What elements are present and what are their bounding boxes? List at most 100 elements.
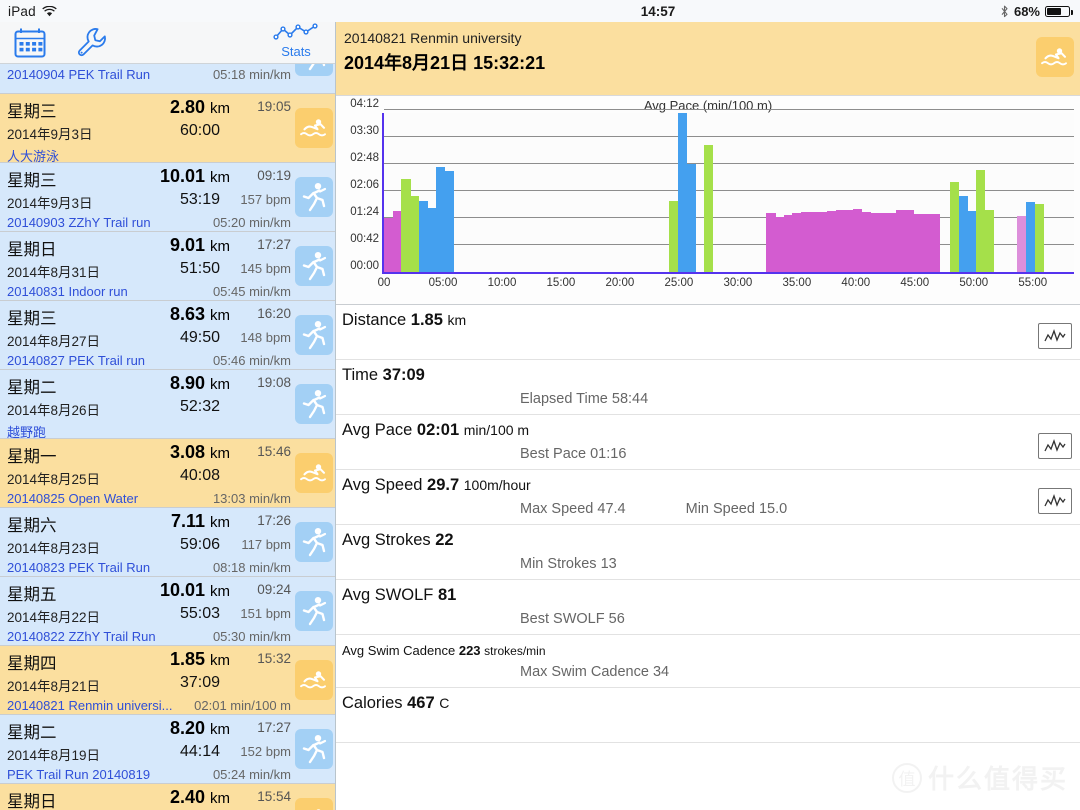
activity-duration: 55:03 (179, 605, 220, 622)
runner-icon (302, 321, 327, 350)
activity-sport-badge (295, 64, 333, 76)
chart-bar (930, 213, 940, 272)
activity-row[interactable]: 星期五 2014年8月22日 20140822 ZZhY Trail Run 10.0… (0, 577, 335, 646)
stat-subvalues: Elapsed Time 58:44 (336, 387, 1080, 414)
chart-x-tick: 05:00 (428, 277, 458, 289)
detail-sport-badge (1036, 37, 1074, 77)
activity-row[interactable]: 星期四 2014年8月21日 20140821 Renmin universi...… (0, 646, 335, 715)
swimmer-icon (1041, 48, 1067, 66)
activity-distance: 2.40 km (169, 787, 230, 807)
activity-date: 2014年8月21日 (7, 679, 101, 694)
chart-bar (444, 171, 454, 272)
activity-title: 20140823 PEK Trail Run (7, 560, 151, 575)
runner-icon (302, 183, 327, 212)
activity-sport-badge (295, 591, 333, 631)
activity-row[interactable]: 20140904 PEK Trail Run 05:18 min/km (0, 64, 335, 94)
activity-date: 2014年8月27日 (7, 334, 101, 349)
activity-pace: 05:18 min/km (212, 67, 291, 82)
stat-unit: strokes/min (484, 644, 546, 658)
activity-duration: 44:14 (179, 743, 220, 760)
activity-title: PEK Trail Run 20140819 (7, 767, 151, 782)
detail-header: 20140821 Renmin university 2014年8月21日 15… (336, 22, 1080, 96)
activity-weekday: 星期五 (7, 586, 57, 604)
stat-sub: Min Strokes 13 (520, 556, 617, 572)
stat-row: Avg Speed 29.7 100m/hour Max Speed 47.4 Mi… (336, 470, 1080, 525)
battery-icon (1045, 5, 1073, 17)
chart-y-tick: 00:00 (350, 260, 379, 272)
stat-subvalues (336, 715, 1080, 742)
activity-duration: 49:50 (179, 329, 220, 346)
stat-sub: Best Pace 01:16 (520, 446, 627, 462)
stat-chart-button[interactable] (1038, 323, 1072, 349)
activity-list-panel: Stats 20140904 PEK Trail Run 05:18 min/km… (0, 0, 336, 810)
bluetooth-icon (1000, 5, 1009, 18)
activity-distance: 8.63 km (169, 304, 230, 324)
activity-pace: 05:24 min/km (212, 767, 291, 782)
activity-duration: 37:09 (179, 674, 220, 691)
stat-unit: min/100 m (463, 422, 530, 438)
stat-value: 223 (458, 643, 481, 658)
activity-distance: 2.80 km (169, 97, 230, 117)
chart-gridline (384, 163, 1074, 164)
chart-y-tick: 03:30 (350, 125, 379, 137)
wrench-icon[interactable] (73, 25, 109, 66)
activity-distance: 3.08 km (169, 442, 230, 462)
stat-label: Calories (342, 694, 403, 712)
stat-subvalues: Best Pace 01:16 (336, 442, 1080, 469)
activity-start-time: 17:27 (257, 237, 291, 252)
detail-title: 20140821 Renmin university (344, 30, 522, 46)
activity-date: 2014年8月23日 (7, 541, 101, 556)
activity-date: 2014年8月19日 (7, 748, 101, 763)
activity-distance: 10.01 km (159, 166, 230, 186)
stat-label: Avg Strokes (342, 531, 431, 549)
activity-title: 20140821 Renmin universi... (7, 698, 173, 713)
activity-row[interactable]: 星期日 2014年8月31日 20140831 Indoor run 9.01 km 5… (0, 232, 335, 301)
stat-chart-button[interactable] (1038, 488, 1072, 514)
stat-subvalues: Max Swim Cadence 34 (336, 660, 1080, 687)
stats-button[interactable]: Stats (273, 23, 319, 58)
activity-row[interactable]: 星期日2014年8月17日2.40 km29:1515:54 (0, 784, 335, 810)
stat-value: 1.85 (410, 311, 443, 329)
line-chart-icon (1044, 439, 1066, 452)
activity-list[interactable]: 20140904 PEK Trail Run 05:18 min/km 星期三 201… (0, 64, 335, 810)
chart-bar (703, 144, 713, 272)
activity-row[interactable]: 星期一 2014年8月25日 20140825 Open Water 3.08 km 4… (0, 439, 335, 508)
activity-row[interactable]: 星期三 2014年9月3日 20140903 ZZhY Trail run 10.01… (0, 163, 335, 232)
activity-weekday: 星期二 (7, 724, 57, 742)
activity-distance: 8.90 km (169, 373, 230, 393)
stat-main: Calories 467 C (336, 688, 1080, 715)
stat-main: Avg SWOLF 81 (336, 580, 1080, 607)
activity-row[interactable]: 星期三 2014年8月27日 20140827 PEK Trail run 8.63 … (0, 301, 335, 370)
stat-main: Avg Pace 02:01 min/100 m (336, 415, 1080, 442)
calendar-icon[interactable] (13, 27, 47, 64)
activity-heartrate: 145 bpm (240, 261, 291, 276)
stat-subvalues: Min Strokes 13 (336, 552, 1080, 579)
activity-sport-badge (295, 660, 333, 700)
stat-chart-button[interactable] (1038, 433, 1072, 459)
activity-row[interactable]: 星期二 2014年8月19日 PEK Trail Run 20140819 8.20 … (0, 715, 335, 784)
activity-sport-badge (295, 453, 333, 493)
activity-date: 2014年8月25日 (7, 472, 101, 487)
wifi-icon (42, 5, 57, 17)
activity-title: 20140831 Indoor run (7, 284, 128, 299)
activity-start-time: 19:05 (257, 99, 291, 114)
detail-panel: 20140821 Renmin university 2014年8月21日 15… (336, 0, 1080, 810)
status-bar-left: iPad (0, 4, 300, 19)
swimmer-icon (300, 464, 326, 482)
stat-subvalues (336, 332, 1080, 359)
device-label: iPad (8, 3, 36, 19)
activity-row[interactable]: 星期三 2014年9月3日 人大游泳 2.80 km 60:00 19:05 (0, 94, 335, 164)
pace-chart[interactable]: Avg Pace (min/100 m) 00:00 00:42 01:24 02:0… (336, 96, 1080, 305)
chart-gridline (384, 109, 1074, 110)
activity-date: 2014年8月31日 (7, 265, 101, 280)
stat-label: Avg Pace (342, 421, 413, 439)
activity-start-time: 17:27 (257, 720, 291, 735)
stat-row: Avg Strokes 22 Min Strokes 13 (336, 525, 1080, 580)
chart-x-tick: 30:00 (723, 277, 753, 289)
status-bar-right: 68% (1000, 4, 1080, 19)
activity-title: 20140903 ZZhY Trail run (7, 215, 151, 230)
stat-sub: Max Speed 47.4 (520, 501, 626, 517)
chart-x-tick: 55:00 (1018, 277, 1048, 289)
activity-row[interactable]: 星期二 2014年8月26日 越野跑 8.90 km 52:32 19:08 (0, 370, 335, 440)
activity-row[interactable]: 星期六 2014年8月23日 20140823 PEK Trail Run 7.11 … (0, 508, 335, 577)
